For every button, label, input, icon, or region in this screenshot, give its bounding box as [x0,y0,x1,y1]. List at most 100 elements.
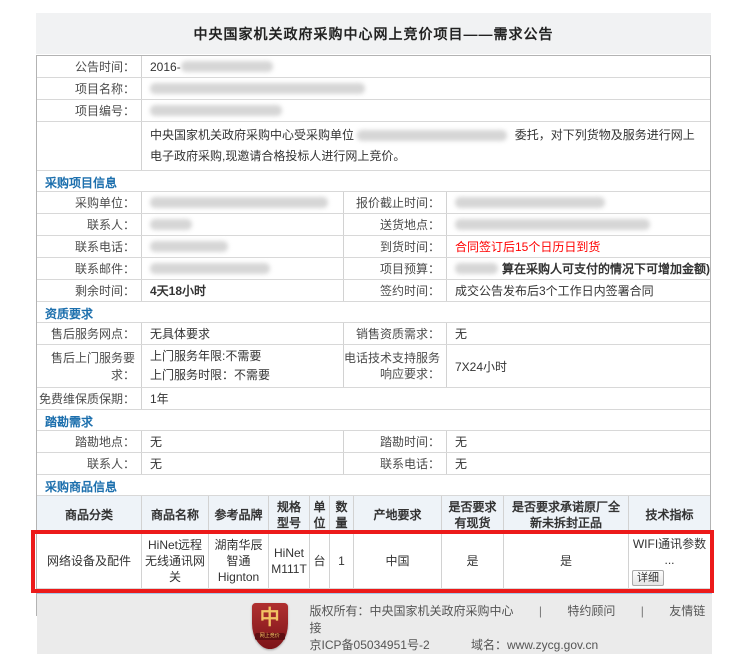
footer-inner: 中 网上竞价 版权所有：中央国家机关政府采购中心 | 特约顾问 | 友情链接 京… [37,594,712,654]
redacted-value [455,197,605,208]
row-email: 联系邮件： 项目预算： 算在采购人可支付的情况下可增加金额) [37,258,710,280]
redacted-value [455,219,650,230]
row-phone: 联系电话： 到货时间： 合同签订后15个日历日到货 [37,236,710,258]
field-value: 无 [447,431,710,452]
redacted-value [150,219,192,230]
product-row: 网络设备及配件 HiNet远程无线通讯网关 湖南华辰智通Hignton HiNe… [37,534,710,589]
row-remaining-time: 剩余时间： 4天18小时 签约时间： 成交公告发布后3个工作日内签署合同 [37,280,710,302]
redacted-value [150,241,228,252]
product-origin: 中国 [354,534,442,588]
section-title-qualification: 资质要求 [37,302,710,323]
footer: 中 网上竞价 版权所有：中央国家机关政府采购中心 | 特约顾问 | 友情链接 京… [37,591,712,654]
field-value: 无 [447,453,710,474]
product-qty: 1 [330,534,354,588]
field-value [447,214,710,235]
row-intro: 中央国家机关政府采购中心受采购单位 委托，对下列货物及服务进行网上电子政府采购,… [37,122,710,171]
col-header-name: 商品名称 [142,496,209,533]
field-value [142,236,344,257]
title-band: 中央国家机关政府采购中心网上竞价项目——需求公告 [36,13,711,54]
row-service-site: 售后服务网点： 无具体要求 销售资质需求： 无 [37,323,710,345]
field-label: 送货地点： [344,214,447,235]
product-tech-cell: WIFI通讯参数 ... 详细 [629,534,710,588]
redacted-value [150,263,270,274]
separator: | [539,604,542,618]
intro-cell: 中央国家机关政府采购中心受采购单位 委托，对下列货物及服务进行网上电子政府采购,… [142,122,710,170]
field-value [142,258,344,279]
icp-text: 京ICP备05034951号-2 [310,638,430,652]
row-survey-place: 踏勘地点： 无 踏勘时间： 无 [37,431,710,453]
redacted-value [181,61,273,72]
row-project-name: 项目名称： [37,78,710,100]
redacted-value [150,197,328,208]
separator: | [641,604,644,618]
product-sealed-new: 是 [504,534,629,588]
sign-time-value: 成交公告发布后3个工作日内签署合同 [447,280,710,301]
redacted-value [150,83,365,94]
row-announce-time: 公告时间： 2016- [37,56,710,78]
footer-line1: 版权所有：中央国家机关政府采购中心 | 特约顾问 | 友情链接 [310,603,712,637]
announcement-table: 公告时间： 2016- 项目名称： 项目编号： 中央国家机关政府采购中心受采购单… [36,55,711,616]
field-label: 到货时间： [344,236,447,257]
product-name: HiNet远程无线通讯网关 [142,534,209,588]
value-text: 2016- [150,60,181,74]
redacted-value [455,263,498,274]
product-row-wrap: 网络设备及配件 HiNet远程无线通讯网关 湖南华辰智通Hignton HiNe… [37,534,710,589]
field-label: 联系人： [37,453,142,474]
field-value: 无 [142,431,344,452]
row-warranty: 免费维保质保期： 1年 [37,388,710,410]
product-brand: 湖南华辰智通Hignton [209,534,269,588]
detail-button[interactable]: 详细 [632,570,664,586]
site-logo-icon: 中 网上竞价 [252,603,288,649]
product-unit: 台 [310,534,330,588]
page: 中央国家机关政府采购中心网上竞价项目——需求公告 公告时间： 2016- 项目名… [0,0,741,654]
copyright-text: 版权所有：中央国家机关政府采购中心 [310,604,514,618]
field-value: 1年 [142,388,710,409]
field-label: 销售资质需求： [344,323,447,344]
product-in-stock: 是 [442,534,504,588]
field-label: 免费维保质保期： [37,388,142,409]
field-value [142,214,344,235]
field-value: 无 [142,453,344,474]
footer-line2: 京ICP备05034951号-2 域名：www.zycg.gov.cn [310,637,712,653]
field-value: 2016- [142,56,710,77]
budget-value: 算在采购人可支付的情况下可增加金额) [447,258,710,279]
row-contact: 联系人： 送货地点： [37,214,710,236]
field-value: 上门服务年限:不需要 上门服务时限：不需要 [142,345,344,387]
field-label: 剩余时间： [37,280,142,301]
product-table-header: 商品分类 商品名称 参考品牌 规格型号 单位 数量 产地要求 是否要求有现货 是… [37,496,710,534]
field-label: 联系邮件： [37,258,142,279]
redacted-value [357,130,507,141]
field-value: 7X24小时 [447,345,710,387]
col-header-tech: 技术指标 [629,496,710,533]
logo-ribbon-text: 网上竞价 [255,633,285,640]
delivery-time-value: 合同签订后15个日历日到货 [447,236,710,257]
col-header-brand: 参考品牌 [209,496,269,533]
col-header-qty: 数量 [330,496,354,533]
footer-text: 版权所有：中央国家机关政府采购中心 | 特约顾问 | 友情链接 京ICP备050… [310,603,712,654]
section-title-project-info: 采购项目信息 [37,171,710,192]
col-header-unit: 单位 [310,496,330,533]
field-label: 签约时间： [344,280,447,301]
redacted-value [150,105,282,116]
service-years: 上门服务年限:不需要 [150,347,261,366]
field-value [142,78,710,99]
field-label: 联系电话： [37,236,142,257]
col-header-category: 商品分类 [37,496,142,533]
field-label: 售后上门服务要求： [37,345,142,387]
field-value: 无 [447,323,710,344]
row-survey-contact: 联系人： 无 联系电话： 无 [37,453,710,475]
field-label [37,122,142,170]
col-header-origin: 产地要求 [354,496,442,533]
intro-before: 中央国家机关政府采购中心受采购单位 [150,128,354,142]
intro-text: 中央国家机关政府采购中心受采购单位 委托，对下列货物及服务进行网上电子政府采购,… [142,122,710,170]
product-category: 网络设备及配件 [37,534,142,588]
product-tech-text: WIFI通讯参数 ... [632,536,707,568]
field-label: 电话技术支持服务响应要求： [344,345,447,387]
field-value [142,192,344,213]
advisor-link[interactable]: 特约顾问 [567,604,615,618]
row-onsite-service: 售后上门服务要求： 上门服务年限:不需要 上门服务时限：不需要 电话技术支持服务… [37,345,710,388]
field-value: 无具体要求 [142,323,344,344]
remaining-time-value: 4天18小时 [142,280,344,301]
domain-text: 域名：www.zycg.gov.cn [471,638,598,652]
section-title-products: 采购商品信息 [37,475,710,496]
